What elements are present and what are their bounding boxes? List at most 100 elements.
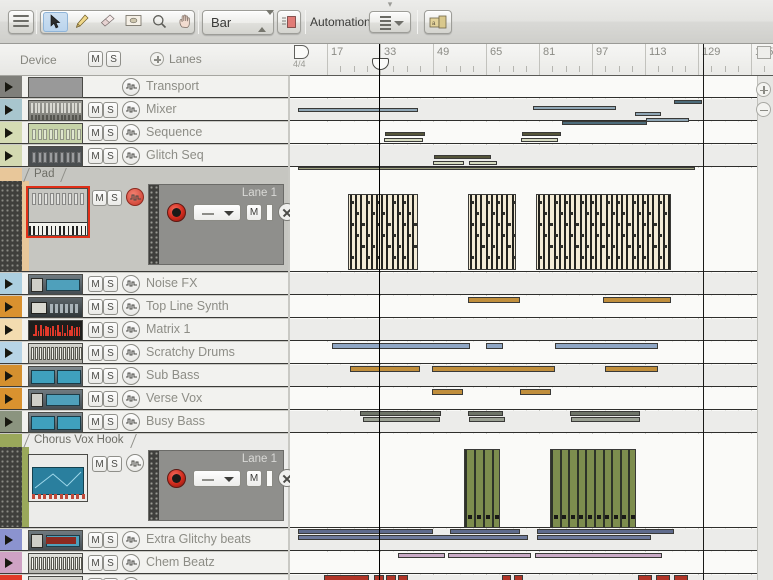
track-name-label[interactable]: Sequence — [146, 125, 202, 139]
clip[interactable] — [522, 132, 561, 136]
arrangement-area[interactable] — [290, 76, 773, 580]
clip[interactable] — [502, 575, 511, 580]
midi-clip[interactable] — [536, 194, 671, 270]
clip[interactable] — [486, 343, 503, 349]
solo-button[interactable]: S — [103, 124, 118, 141]
solo-button[interactable]: S — [103, 390, 118, 407]
automation-waveform-button[interactable] — [122, 297, 140, 316]
device-thumbnail[interactable] — [28, 122, 83, 144]
clip[interactable] — [433, 161, 464, 165]
device-thumbnail[interactable] — [28, 145, 83, 167]
arrange-lane[interactable] — [290, 319, 757, 341]
track-row[interactable]: M S Matrix 1 — [0, 319, 288, 341]
timeline-ruler[interactable]: 173349658197113129145161177193209 4/4 R — [290, 44, 773, 76]
arrange-lane[interactable] — [290, 145, 757, 167]
track-expand-arrow[interactable] — [5, 347, 13, 358]
close-lane-icon[interactable] — [278, 469, 290, 487]
track-name-label[interactable]: Sub Bass — [146, 368, 200, 382]
solo-button[interactable]: S — [103, 275, 118, 292]
clip[interactable] — [384, 138, 423, 142]
audio-clip[interactable] — [464, 449, 500, 528]
midi-clip[interactable] — [468, 194, 516, 270]
clip[interactable] — [298, 108, 418, 112]
solo-button[interactable]: S — [103, 344, 118, 361]
mute-button[interactable]: M — [88, 390, 103, 407]
clip[interactable] — [674, 100, 702, 104]
device-thumbnail[interactable] — [28, 529, 83, 551]
solo-button[interactable]: S — [103, 147, 118, 164]
track-name-label[interactable]: Busy Bass — [146, 414, 205, 428]
mute-button[interactable]: M — [88, 554, 103, 571]
clip[interactable] — [638, 575, 652, 580]
solo-button[interactable]: S — [103, 413, 118, 430]
track-name-label[interactable]: Top Line Synth — [146, 299, 229, 313]
track-expand-arrow[interactable] — [5, 370, 13, 381]
snap-to-grid-toggle[interactable] — [277, 10, 301, 34]
lane-grip[interactable] — [149, 185, 159, 264]
solo-all-button[interactable]: S — [106, 51, 122, 67]
automation-waveform-button[interactable] — [126, 188, 144, 206]
clip[interactable] — [646, 118, 689, 122]
track-expand-arrow[interactable] — [5, 324, 13, 335]
device-thumbnail[interactable] — [28, 388, 83, 410]
clip[interactable] — [571, 417, 640, 422]
automation-waveform-button[interactable] — [122, 389, 140, 408]
clip[interactable] — [450, 529, 520, 534]
arrange-lane[interactable] — [290, 296, 757, 318]
clip[interactable] — [562, 121, 647, 125]
track-name-label[interactable]: Noise FX — [146, 276, 197, 290]
track-row[interactable]: M S Extra Glitchy beats — [0, 529, 288, 551]
track-row[interactable]: M S Busy Bass — [0, 411, 288, 433]
clip[interactable] — [514, 575, 523, 580]
track-expand-arrow[interactable] — [5, 534, 13, 545]
arrange-lane[interactable] — [290, 273, 757, 295]
mute-button[interactable]: M — [88, 321, 103, 338]
clip[interactable] — [432, 389, 463, 395]
device-thumbnail[interactable] — [28, 454, 88, 502]
hand-tool[interactable] — [173, 12, 198, 32]
mute-button[interactable]: M — [92, 456, 107, 472]
device-thumbnail[interactable] — [28, 575, 83, 580]
clip[interactable] — [398, 553, 445, 558]
track-expand-arrow[interactable] — [5, 416, 13, 427]
track-expand-arrow[interactable] — [5, 278, 13, 289]
track-name-label[interactable]: Verse Vox — [146, 391, 202, 405]
clip[interactable] — [469, 161, 497, 165]
mute-button[interactable]: M — [88, 124, 103, 141]
track-row[interactable]: M S Scratchy Drums — [0, 342, 288, 364]
pencil-tool[interactable] — [69, 12, 94, 32]
track-name-label[interactable]: Transport — [146, 79, 199, 93]
device-thumbnail[interactable] — [28, 342, 83, 364]
track-group-chorus-vox-hook[interactable]: Chorus Vox Hook M S Lane 1M — [0, 434, 290, 528]
clip[interactable] — [469, 417, 505, 422]
track-name-label[interactable]: Scratchy Drums — [146, 345, 235, 359]
clip[interactable] — [537, 529, 674, 534]
snap-value-selector[interactable]: Bar — [202, 10, 274, 35]
group-tab[interactable]: Pad — [22, 168, 68, 181]
lane-dropdown[interactable] — [193, 470, 241, 487]
track-expand-arrow[interactable] — [5, 150, 13, 161]
track-row[interactable]: MS — [0, 575, 288, 580]
device-thumbnail[interactable] — [28, 365, 83, 387]
track-name-label[interactable]: Extra Glitchy beats — [146, 532, 251, 546]
automation-waveform-button[interactable] — [122, 146, 140, 165]
mute-button[interactable]: M — [88, 413, 103, 430]
automation-waveform-button[interactable] — [122, 123, 140, 142]
device-thumbnail[interactable] — [28, 296, 83, 318]
automation-waveform-button[interactable] — [122, 77, 140, 96]
clip[interactable] — [603, 297, 671, 303]
clip[interactable] — [385, 132, 425, 136]
automation-dropdown[interactable] — [369, 11, 411, 33]
clip[interactable] — [398, 575, 408, 580]
mute-button[interactable]: M — [88, 367, 103, 384]
mute-button[interactable]: M — [92, 190, 107, 206]
magnify-tool[interactable] — [147, 12, 172, 32]
automation-waveform-button[interactable] — [122, 412, 140, 431]
time-signature-flag[interactable] — [294, 45, 309, 59]
track-name-label[interactable]: Matrix 1 — [146, 322, 190, 336]
mute-button[interactable]: M — [88, 275, 103, 292]
track-row[interactable]: M S Verse Vox — [0, 388, 288, 410]
lane-mute-button[interactable]: M — [246, 204, 262, 221]
close-lane-icon[interactable] — [278, 203, 290, 221]
track-row[interactable]: M S Sub Bass — [0, 365, 288, 387]
